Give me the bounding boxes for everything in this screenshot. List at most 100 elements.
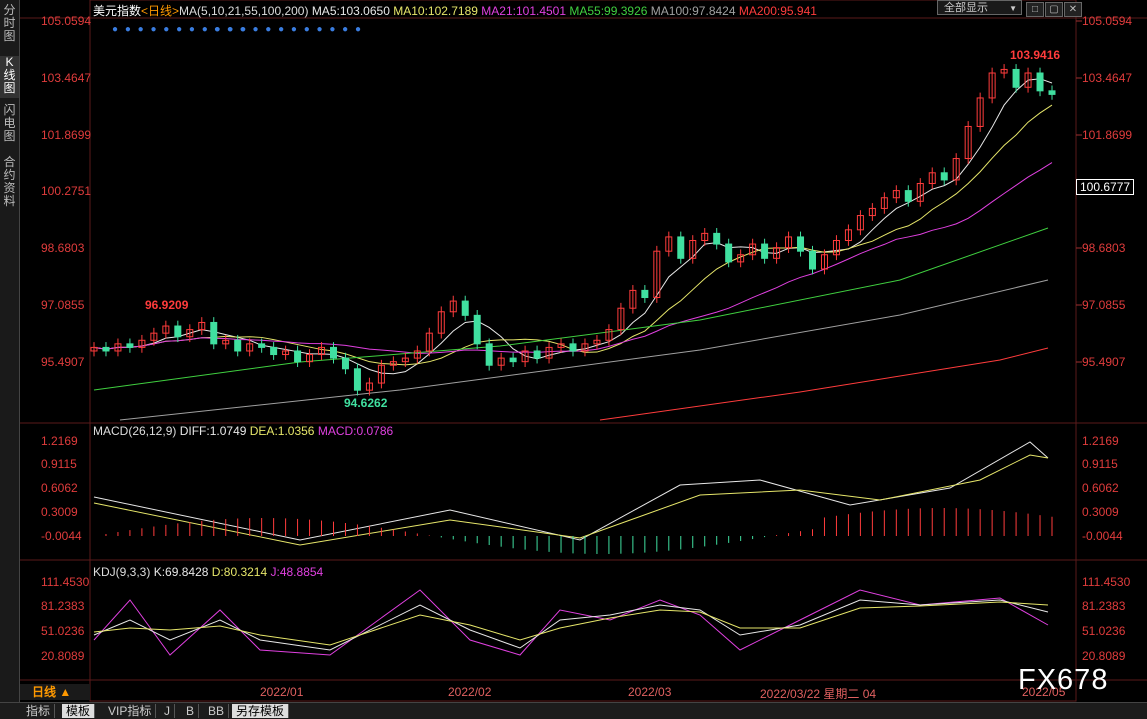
candle-body: [904, 190, 912, 202]
price-axis-label-right: 101.8699: [1082, 128, 1133, 142]
event-markers-right: ● ● ● ● ● ● ● ● ● ● ● ●: [214, 24, 364, 35]
ma-legend-5: MA200:95.941: [738, 4, 817, 18]
ma-legend-0: MA5:103.0650: [311, 4, 394, 18]
chart-canvas[interactable]: [0, 0, 1147, 702]
macd-axis-label-right: 1.2169: [1082, 434, 1119, 448]
candle-body: [761, 243, 769, 259]
price-axis-label-left: 105.0594: [41, 14, 92, 28]
price-axis-label-right: 95.4907: [1082, 355, 1126, 369]
kdj-axis-label-left: 111.4530: [41, 575, 90, 589]
macd-axis-label-right: 0.6062: [1082, 481, 1119, 495]
mid-high-annotation: 96.9209: [145, 298, 189, 312]
low-annotation: 94.6262: [344, 396, 388, 410]
candle-body: [210, 321, 218, 345]
ma-legend-3: MA55:99.3926: [569, 4, 651, 18]
candle-body: [1036, 72, 1044, 92]
ma-legend-2: MA21:101.4501: [481, 4, 570, 18]
candle-body: [294, 350, 302, 363]
candle-body: [533, 350, 541, 359]
kdj-axis-label-right: 111.4530: [1082, 575, 1131, 589]
ma10-line: [93, 104, 1053, 366]
candle-body: [809, 250, 816, 270]
price-axis-label-left: 101.8699: [41, 128, 92, 142]
candle-body: [485, 343, 493, 366]
tab-template[interactable]: 模板: [62, 704, 96, 718]
candle-body: [713, 232, 721, 245]
candle-body: [270, 346, 278, 356]
kdj-k: K:69.8428: [153, 565, 209, 579]
candle-body: [1048, 90, 1056, 95]
current-price-tag: 100.6777: [1076, 179, 1135, 195]
bottom-toolbar: 指标 模板 VIP指标 J B BB 另存模板: [0, 702, 1147, 719]
time-axis-label: 2022/01: [260, 685, 304, 699]
candle-body: [174, 325, 182, 338]
candle-body: [725, 243, 733, 263]
header-info-bar: 美元指数<日线>MA(5,10,21,55,100,200) MA5:103.0…: [93, 2, 817, 19]
price-axis-label-right: 105.0594: [1082, 14, 1133, 28]
ma200-line: [599, 347, 1049, 421]
candle-body: [509, 357, 517, 363]
kdj-k-line: [93, 599, 1049, 651]
tab-bb[interactable]: BB: [204, 704, 230, 718]
kdj-d-line: [93, 601, 1049, 646]
candle-body: [126, 343, 134, 348]
candle-body: [940, 172, 948, 181]
close-icon: ✕: [1068, 4, 1078, 15]
macd-axis-label-left: 0.3009: [41, 505, 78, 519]
candle-body: [258, 343, 266, 348]
macd-axis-label-right: 0.9115: [1082, 457, 1118, 471]
candle-body: [102, 346, 110, 352]
high-annotation: 103.9416: [1010, 48, 1061, 62]
ma100-line: [119, 279, 1049, 421]
restore-icon: □: [1031, 4, 1039, 15]
time-axis-label: 2022/02: [448, 685, 492, 699]
ma-legend-1: MA10:102.7189: [393, 4, 482, 18]
price-axis-label-right: 103.4647: [1082, 71, 1133, 85]
macd-diff-line: [93, 441, 1049, 541]
tab-vip-indicator[interactable]: VIP指标: [104, 704, 157, 718]
window-restore-button[interactable]: □: [1026, 2, 1044, 17]
macd-dea: DEA:1.0356: [249, 424, 315, 438]
window-maximize-button[interactable]: ▢: [1045, 2, 1063, 17]
kdj-axis-label-right: 51.0236: [1082, 624, 1126, 638]
tab-save-template[interactable]: 另存模板: [232, 704, 290, 718]
candle-body: [1012, 68, 1020, 88]
candle-body: [234, 339, 242, 352]
macd-axis-label-left: 0.9115: [41, 457, 77, 471]
kdj-d: D:80.3214: [211, 565, 268, 579]
ma-title: MA(5,10,21,55,100,200): [179, 4, 309, 18]
candle-body: [473, 314, 481, 345]
instrument-name: 美元指数: [93, 4, 142, 18]
macd-diff: DIFF:1.0749: [179, 424, 247, 438]
ma55-line: [93, 227, 1049, 391]
period-selector-button[interactable]: 日线 ▲: [20, 684, 90, 700]
macd-dea-line: [93, 454, 1049, 546]
ma-legend-4: MA100:97.8424: [650, 4, 739, 18]
kdj-axis-label-left: 51.0236: [41, 624, 85, 638]
kdj-axis-label-right: 20.8089: [1082, 649, 1126, 663]
price-axis-label-right: 97.0855: [1082, 298, 1126, 312]
macd-axis-label-left: -0.0044: [41, 529, 82, 543]
window-close-button[interactable]: ✕: [1064, 2, 1082, 17]
time-axis-label: 2022/03/22 星期二 04: [760, 687, 877, 701]
price-axis-label-left: 98.6803: [41, 241, 85, 255]
kdj-axis-label-right: 81.2383: [1082, 599, 1126, 613]
display-dropdown[interactable]: 全部显示 ▼: [937, 0, 1022, 15]
price-axis-label-left: 103.4647: [41, 71, 92, 85]
kdj-j: J:48.8854: [270, 565, 324, 579]
tab-b[interactable]: B: [182, 704, 200, 718]
candle-body: [569, 343, 577, 352]
kdj-j-line: [93, 589, 1049, 656]
macd-title: MACD(26,12,9): [93, 424, 177, 438]
tab-j[interactable]: J: [160, 704, 175, 718]
macd-axis-label-left: 1.2169: [41, 434, 78, 448]
kdj-axis-label-left: 20.8089: [41, 649, 85, 663]
price-axis-label-left: 100.2751: [41, 184, 92, 198]
macd-header: MACD(26,12,9) DIFF:1.0749 DEA:1.0356 MAC…: [93, 424, 393, 438]
price-axis-label-left: 97.0855: [41, 298, 85, 312]
maximize-icon: ▢: [1049, 4, 1059, 15]
tab-indicator[interactable]: 指标: [22, 704, 56, 718]
display-dropdown-label: 全部显示: [944, 2, 988, 14]
candle-body: [353, 368, 361, 391]
period-label[interactable]: <日线>: [141, 4, 179, 18]
